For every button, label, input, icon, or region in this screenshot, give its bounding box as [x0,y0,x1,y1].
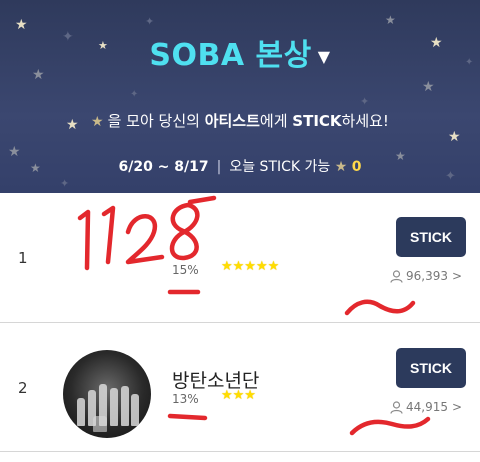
decor-star-icon: ✦ [145,15,155,28]
page-title[interactable]: SOBA 본상 ▼ [0,30,480,74]
rating-stars-icon: ★★★ [221,388,256,403]
period-bar: 6/20 ~ 8/17 | 오늘 STICK 가능 ★ 0 [0,156,480,176]
separator: | [216,159,222,175]
person-icon [390,400,403,414]
chevron-right-icon: > [452,269,463,283]
decor-star-icon: ✦ [60,177,70,190]
subtitle-artist: 아티스트 [204,112,260,130]
list-item[interactable]: 2 방탄소년단 13% ★★★ STICK 44,915 > [0,324,480,452]
header-banner: ★ ★ ✦ ★ ★ ★ ✦ ★ ✦ ✦ ★ ★ ★ ✦ ★ ★ ✦ ✦ SOBA… [0,0,480,193]
today-stick-label: 오늘 STICK 가능 [229,159,331,175]
decor-star-icon: ★ [448,129,461,145]
person-icon [390,269,403,283]
vote-percent: 13% [172,392,199,406]
vote-count-value: 96,393 [406,269,448,283]
artist-avatar [63,350,151,438]
decor-star-icon: ★ [422,79,435,95]
subtitle-stick: STICK [292,112,342,130]
decor-star-icon: ★ [385,13,396,27]
vote-count[interactable]: 96,393 > [390,269,462,283]
list-item[interactable]: 1 15% ★★★★★ STICK 96,393 > [0,193,480,323]
decor-star-icon: ✦ [130,89,139,100]
page-title-text: SOBA 본상 [149,38,312,73]
chevron-right-icon: > [452,400,463,414]
stick-button[interactable]: STICK [396,217,466,257]
vote-count[interactable]: 44,915 > [390,400,462,414]
vote-count-value: 44,915 [406,400,448,414]
rank: 2 [18,379,28,397]
subtitle-text: 하세요! [341,112,389,130]
rank: 1 [18,249,28,267]
subtitle: ★ 을 모아 당신의 아티스트에게 STICK하세요! [0,110,480,131]
decor-star-icon: ✦ [360,95,370,108]
subtitle-text: 에게 [259,112,293,130]
rating-stars-icon: ★★★★★ [221,259,280,274]
caret-down-icon[interactable]: ▼ [318,47,331,66]
vote-period: 6/20 ~ 8/17 [118,159,209,175]
star-icon: ★ [91,114,104,130]
star-icon: ★ [334,159,348,175]
today-stick-count: 0 [351,159,362,175]
subtitle-text: 을 모아 당신의 [107,112,205,130]
stick-button[interactable]: STICK [396,348,466,388]
vote-percent: 15% [172,263,199,277]
